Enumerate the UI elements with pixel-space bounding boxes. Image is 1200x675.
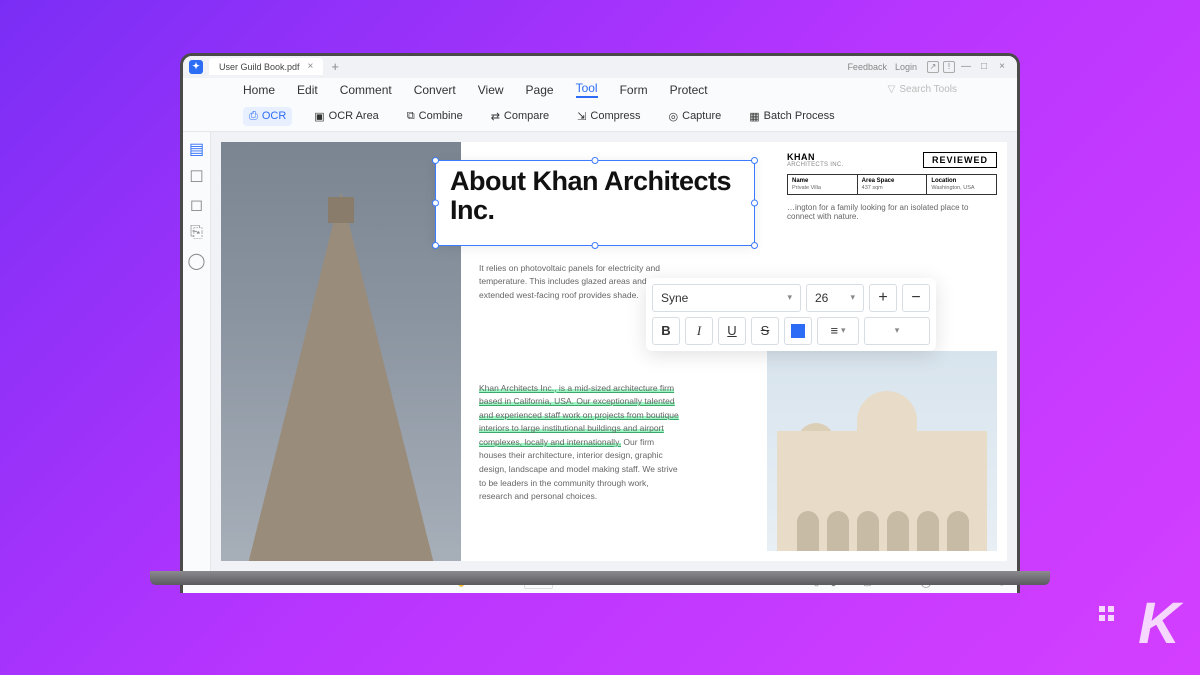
combine-icon: ⧉ [407,110,415,123]
add-tab-button[interactable]: + [331,59,339,74]
compare-icon: ⇄ [491,110,500,123]
tool-capture[interactable]: ◎Capture [663,107,728,126]
resize-handle[interactable] [432,157,439,164]
tool-batch[interactable]: ▦Batch Process [743,107,840,126]
font-color-button[interactable] [784,317,812,345]
font-size-select[interactable]: 26▾ [806,284,864,312]
tool-ocr[interactable]: ⎙OCR [243,107,292,126]
menu-tool[interactable]: Tool [576,81,598,98]
menu-view[interactable]: View [478,83,504,97]
chevron-down-icon: ▾ [850,292,855,303]
batch-icon: ▦ [749,110,759,123]
selected-text-frame[interactable]: About Khan Architects Inc. [435,160,755,246]
tool-ocr-area[interactable]: ▣OCR Area [308,107,385,126]
search-placeholder: Search Tools [899,84,957,95]
resize-handle[interactable] [592,157,599,164]
notify-icon[interactable]: ! [943,61,955,73]
main-menu: Home Edit Comment Convert View Page Tool… [183,78,1017,102]
share-icon[interactable]: ↗ [927,61,939,73]
body-paragraph-2: Khan Architects Inc., is a mid-sized arc… [479,382,679,504]
comments-icon[interactable]: ◻ [190,198,204,212]
crop-icon: ▣ [314,110,324,123]
increase-size-button[interactable]: + [869,284,897,312]
menu-edit[interactable]: Edit [297,83,318,97]
align-icon: ≡ [830,323,838,338]
resize-handle[interactable] [751,199,758,206]
bold-button[interactable]: B [652,317,680,345]
document-canvas[interactable]: About Khan Architects Inc. KHAN [211,132,1017,571]
watermark-logo: K [1138,590,1176,657]
tool-compare[interactable]: ⇄Compare [485,107,555,126]
tab-filename: User Guild Book.pdf [219,62,300,72]
search-tools[interactable]: ▽ Search Tools [888,84,957,95]
tool-compress[interactable]: ⇲Compress [571,107,646,126]
watermark-dots [1099,606,1114,621]
chevron-down-icon: ▾ [895,325,900,336]
underline-button[interactable]: U [718,317,746,345]
left-sidebar: ▤ ☐ ◻ ⎘ ◯ [183,132,211,571]
header-stamp: KHAN ARCHITECTS INC. REVIEWED NamePrivat… [787,152,997,221]
close-window-icon[interactable]: × [993,61,1011,72]
resize-handle[interactable] [751,242,758,249]
laptop-base [150,571,1050,585]
login-link[interactable]: Login [895,62,917,72]
workspace: ▤ ☐ ◻ ⎘ ◯ About Khan Architects Inc. [183,132,1017,571]
mosque-image [767,351,997,551]
menu-convert[interactable]: Convert [414,83,456,97]
text-format-panel: Syne▾ 26▾ + − B I U S ≡▾ ▾ [646,278,936,351]
ocr-icon: ⎙ [249,110,258,123]
close-tab-icon[interactable]: × [308,61,314,72]
project-info-table: NamePrivate Villa Area Space437 sqm Loca… [787,174,997,195]
font-family-select[interactable]: Syne▾ [652,284,801,312]
titlebar: ✦ User Guild Book.pdf × + Feedback Login… [183,56,1017,78]
building-image [221,142,461,561]
document-tab[interactable]: User Guild Book.pdf × [209,58,323,75]
minimize-icon[interactable]: — [957,61,975,72]
text-align-button[interactable]: ≡▾ [817,317,859,345]
compress-icon: ⇲ [577,110,586,123]
funnel-icon: ▽ [888,84,896,95]
resize-handle[interactable] [751,157,758,164]
stamp-company-sub: ARCHITECTS INC. [787,162,844,168]
chat-icon[interactable]: ◯ [190,254,204,268]
table-cell: Area Space437 sqm [858,175,928,194]
maximize-icon[interactable]: □ [975,61,993,72]
page-title: About Khan Architects Inc. [450,167,740,226]
menu-page[interactable]: Page [526,83,554,97]
bookmarks-icon[interactable]: ☐ [190,170,204,184]
resize-handle[interactable] [432,242,439,249]
attachments-icon[interactable]: ⎘ [190,226,204,240]
tool-toolbar: ⎙OCR ▣OCR Area ⧉Combine ⇄Compare ⇲Compre… [183,102,1017,132]
stamp-company: KHAN [787,152,844,162]
tool-combine[interactable]: ⧉Combine [401,107,469,126]
italic-button[interactable]: I [685,317,713,345]
more-options-button[interactable]: ▾ [864,317,930,345]
resize-handle[interactable] [592,242,599,249]
table-cell: NamePrivate Villa [788,175,858,194]
resize-handle[interactable] [432,199,439,206]
chevron-down-icon: ▾ [787,292,792,303]
app-window: ✦ User Guild Book.pdf × + Feedback Login… [180,53,1020,593]
table-cell: LocationWashington, USA [927,175,996,194]
decrease-size-button[interactable]: − [902,284,930,312]
menu-form[interactable]: Form [620,83,648,97]
menu-protect[interactable]: Protect [670,83,708,97]
menu-comment[interactable]: Comment [340,83,392,97]
color-swatch [791,324,805,338]
thumbnails-icon[interactable]: ▤ [190,142,204,156]
intro-text: …ington for a family looking for an isol… [787,203,997,221]
camera-icon: ◎ [669,110,679,123]
chevron-down-icon: ▾ [841,325,846,336]
app-logo-icon: ✦ [189,60,203,74]
reviewed-stamp: REVIEWED [923,152,997,168]
strikethrough-button[interactable]: S [751,317,779,345]
page: About Khan Architects Inc. KHAN [221,142,1007,561]
feedback-link[interactable]: Feedback [847,62,887,72]
menu-home[interactable]: Home [243,83,275,97]
